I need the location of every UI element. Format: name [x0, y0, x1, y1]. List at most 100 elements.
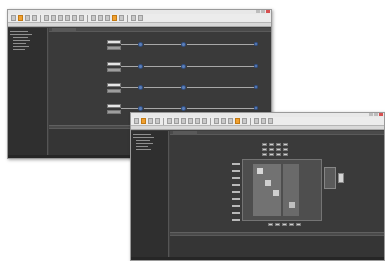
processing-node[interactable]: [181, 64, 186, 69]
matrix-column-header[interactable]: [262, 153, 267, 156]
sidebar-item[interactable]: [136, 149, 151, 150]
sidebar-item[interactable]: [13, 49, 25, 50]
matrix-column-header[interactable]: [283, 153, 288, 156]
sidebar-item[interactable]: [10, 31, 28, 32]
matrix-output[interactable]: [275, 223, 280, 226]
toolbar-button[interactable]: [105, 15, 110, 21]
toolbar-button[interactable]: [44, 15, 49, 21]
input-block[interactable]: [107, 62, 121, 66]
output-node[interactable]: [254, 85, 258, 89]
matrix-column-header[interactable]: [269, 153, 274, 156]
processing-node[interactable]: [181, 85, 186, 90]
input-block[interactable]: [107, 83, 121, 87]
matrix-output[interactable]: [296, 223, 301, 226]
output-node[interactable]: [254, 106, 258, 110]
matrix-column-header[interactable]: [269, 148, 274, 151]
toolbar-button[interactable]: [11, 15, 16, 21]
input-block[interactable]: [107, 89, 121, 93]
toolbar-button-active[interactable]: [112, 15, 117, 21]
toolbar-button[interactable]: [221, 118, 226, 124]
toolbar-button[interactable]: [51, 15, 56, 21]
matrix-column-header[interactable]: [283, 143, 288, 146]
tab-document[interactable]: [52, 28, 76, 32]
matrix-output[interactable]: [289, 223, 294, 226]
processing-node[interactable]: [138, 106, 143, 111]
toolbar-button[interactable]: [119, 15, 124, 21]
matrix-grid[interactable]: [242, 159, 322, 221]
routing-matrix[interactable]: [232, 143, 352, 229]
processing-node[interactable]: [138, 64, 143, 69]
toolbar-button[interactable]: [58, 15, 63, 21]
input-block[interactable]: [107, 46, 121, 50]
matrix-column-header[interactable]: [283, 148, 288, 151]
matrix-output[interactable]: [282, 223, 287, 226]
toolbar-button[interactable]: [268, 118, 273, 124]
toolbar-button[interactable]: [65, 15, 70, 21]
matrix-row-label[interactable]: [232, 198, 240, 200]
processing-node[interactable]: [138, 42, 143, 47]
toolbar-button[interactable]: [25, 15, 30, 21]
matrix-row-label[interactable]: [232, 219, 240, 221]
toolbar-button[interactable]: [202, 118, 207, 124]
matrix-row-label[interactable]: [232, 212, 240, 214]
input-block[interactable]: [107, 40, 121, 44]
toolbar-button[interactable]: [181, 118, 186, 124]
toolbar-button[interactable]: [261, 118, 266, 124]
maximize-button[interactable]: [374, 113, 378, 116]
matrix-column-header[interactable]: [276, 153, 281, 156]
toolbar-button[interactable]: [254, 118, 259, 124]
matrix-row-label[interactable]: [232, 191, 240, 193]
design-canvas[interactable]: [170, 131, 384, 232]
sidebar-item[interactable]: [13, 43, 26, 44]
input-block[interactable]: [107, 110, 121, 114]
maximize-button[interactable]: [261, 10, 265, 13]
toolbar-button[interactable]: [148, 118, 153, 124]
matrix-column-header[interactable]: [262, 148, 267, 151]
matrix-row-label[interactable]: [232, 184, 240, 186]
matrix-row-label[interactable]: [232, 163, 240, 165]
sidebar-item[interactable]: [136, 146, 148, 147]
matrix-column-header[interactable]: [262, 143, 267, 146]
processing-node[interactable]: [181, 42, 186, 47]
toolbar-button[interactable]: [72, 15, 77, 21]
sidebar-item[interactable]: [136, 143, 153, 144]
toolbar-button[interactable]: [138, 15, 143, 21]
sidebar-item[interactable]: [13, 40, 30, 41]
toolbar-button[interactable]: [134, 118, 139, 124]
input-block[interactable]: [107, 68, 121, 72]
toolbar-button[interactable]: [79, 15, 84, 21]
toolbar-button[interactable]: [167, 118, 172, 124]
matrix-crosspoint[interactable]: [273, 190, 279, 196]
matrix-row-label[interactable]: [232, 170, 240, 172]
toolbar-button[interactable]: [155, 118, 160, 124]
output-node[interactable]: [254, 42, 258, 46]
minimize-button[interactable]: [369, 113, 373, 116]
matrix-column-header[interactable]: [276, 148, 281, 151]
matrix-crosspoint[interactable]: [257, 168, 263, 174]
toolbar-button[interactable]: [32, 15, 37, 21]
toolbar-button[interactable]: [195, 118, 200, 124]
close-button[interactable]: [379, 113, 383, 116]
input-block[interactable]: [107, 104, 121, 108]
close-button[interactable]: [266, 10, 270, 13]
toolbar-button-active[interactable]: [141, 118, 146, 124]
matrix-output-block[interactable]: [324, 167, 336, 189]
toolbar-button[interactable]: [131, 15, 136, 21]
sidebar-item[interactable]: [13, 46, 29, 47]
toolbar-button[interactable]: [242, 118, 247, 124]
minimize-button[interactable]: [256, 10, 260, 13]
toolbar-button-active[interactable]: [18, 15, 23, 21]
matrix-column-header[interactable]: [269, 143, 274, 146]
processing-node[interactable]: [138, 85, 143, 90]
matrix-output-block[interactable]: [338, 173, 344, 183]
sidebar-item[interactable]: [136, 140, 150, 141]
toolbar-button[interactable]: [91, 15, 96, 21]
tab-document[interactable]: [173, 131, 197, 135]
matrix-crosspoint[interactable]: [289, 202, 295, 208]
sidebar-item[interactable]: [10, 34, 32, 35]
sidebar-item[interactable]: [13, 37, 28, 38]
toolbar-button[interactable]: [214, 118, 219, 124]
sidebar-item[interactable]: [133, 134, 151, 135]
toolbar-button[interactable]: [228, 118, 233, 124]
matrix-crosspoint[interactable]: [265, 180, 271, 186]
